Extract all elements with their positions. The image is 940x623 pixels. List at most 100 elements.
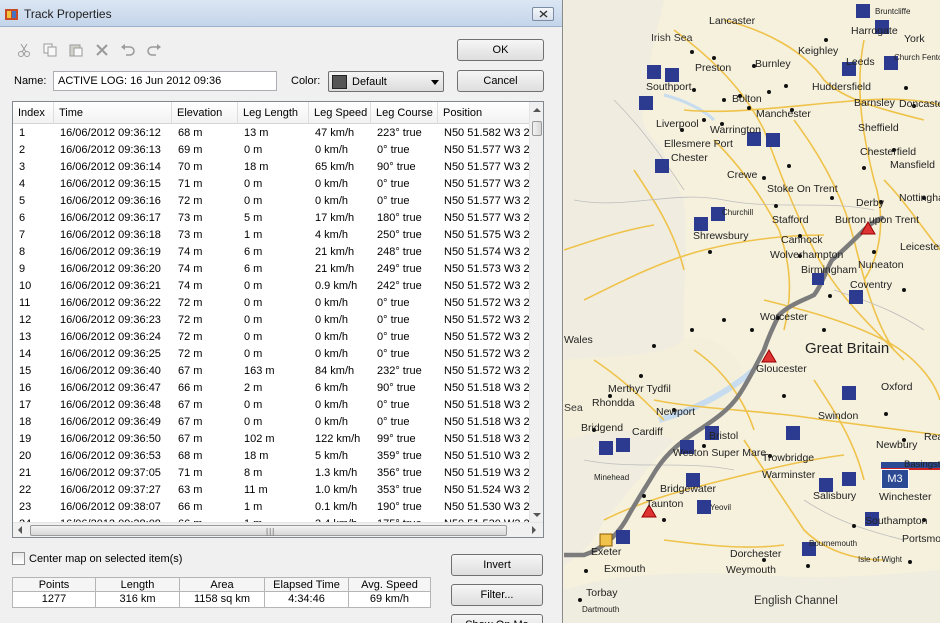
table-row[interactable]: 11 16/06/2012 09:36:22 72 m 0 m 0 km/h 0° tru…	[13, 295, 531, 312]
table-row[interactable]: 17 16/06/2012 09:36:48 67 m 0 m 0 km/h 0° tru…	[13, 397, 531, 414]
table-cell: 74 m	[178, 246, 203, 258]
table-cell: 16/06/2012 09:37:27	[60, 484, 161, 496]
place-label: Preston	[695, 62, 732, 74]
show-on-map-button[interactable]: Show On Ma	[451, 614, 543, 623]
vertical-scrollbar[interactable]	[529, 102, 543, 523]
table-row[interactable]: 13 16/06/2012 09:36:24 72 m 0 m 0 km/h 0° tru…	[13, 329, 531, 346]
ok-button[interactable]: OK	[457, 39, 544, 61]
table-cell: 99° true	[377, 433, 416, 445]
table-row[interactable]: 9 16/06/2012 09:36:20 74 m 6 m 21 km/h 249° t…	[13, 261, 531, 278]
place-label: Winchester	[879, 491, 932, 503]
table-cell: 6	[19, 212, 26, 224]
app-icon	[5, 9, 18, 20]
table-row[interactable]: 1 16/06/2012 09:36:12 68 m 13 m 47 km/h 223° …	[13, 125, 531, 142]
table-row[interactable]: 10 16/06/2012 09:36:21 74 m 0 m 0.9 km/h 242°…	[13, 278, 531, 295]
scroll-right-icon[interactable]	[532, 526, 536, 534]
center-map-checkbox[interactable]	[12, 552, 25, 565]
table-cell: N50 51.572 W3 2	[444, 314, 530, 326]
horizontal-scroll-thumb[interactable]: |||	[30, 525, 507, 536]
table-row[interactable]: 7 16/06/2012 09:36:18 73 m 1 m 4 km/h 250° tr…	[13, 227, 531, 244]
table-row[interactable]: 16 16/06/2012 09:36:47 66 m 2 m 6 km/h 90° tr…	[13, 380, 531, 397]
table-cell: 67 m	[178, 433, 203, 445]
delete-button[interactable]	[92, 41, 112, 59]
redo-button[interactable]	[144, 41, 164, 59]
table-cell: 0° true	[377, 331, 410, 343]
table-cell: N50 51.518 W3 2	[444, 416, 530, 428]
paste-button[interactable]	[66, 41, 86, 59]
table-row[interactable]: 23 16/06/2012 09:38:07 66 m 1 m 0.1 km/h 190°…	[13, 499, 531, 516]
scroll-left-icon[interactable]	[18, 526, 22, 534]
horizontal-scrollbar[interactable]: |||	[13, 522, 543, 537]
table-cell: 16/06/2012 09:36:23	[60, 314, 161, 326]
table-cell: 74 m	[178, 280, 203, 292]
column-header[interactable]: Elevation	[172, 102, 238, 123]
place-label: Minehead	[594, 473, 630, 482]
place-label: Newbury	[876, 439, 918, 451]
place-label: Swindon	[818, 410, 859, 422]
scroll-down-icon[interactable]	[533, 513, 541, 517]
table-cell: 12	[19, 314, 32, 326]
table-row[interactable]: 12 16/06/2012 09:36:23 72 m 0 m 0 km/h 0° tru…	[13, 312, 531, 329]
place-label: Manchester	[756, 108, 811, 120]
table-cell: 223° true	[377, 127, 422, 139]
cut-button[interactable]	[14, 41, 34, 59]
table-cell: 17 km/h	[315, 212, 355, 224]
table-cell: N50 51.574 W3 2	[444, 246, 530, 258]
table-cell: 16/06/2012 09:36:15	[60, 178, 161, 190]
table-cell: 0° true	[377, 399, 410, 411]
cancel-button[interactable]: Cancel	[457, 70, 544, 92]
table-row[interactable]: 2 16/06/2012 09:36:13 69 m 0 m 0 km/h 0° true…	[13, 142, 531, 159]
place-label: Nottingham	[899, 192, 940, 204]
table-cell: 0 m	[244, 331, 263, 343]
table-cell: 248° true	[377, 246, 422, 258]
table-row[interactable]: 15 16/06/2012 09:36:40 67 m 163 m 84 km/h 232…	[13, 363, 531, 380]
stat-value: 1277	[41, 593, 67, 605]
table-cell: 0° true	[377, 348, 410, 360]
color-dropdown[interactable]: Default	[328, 71, 444, 92]
table-row[interactable]: 3 16/06/2012 09:36:14 70 m 18 m 65 km/h 90° t…	[13, 159, 531, 176]
delete-icon	[96, 44, 108, 56]
column-header[interactable]: Leg Length	[238, 102, 309, 123]
table-row[interactable]: 4 16/06/2012 09:36:15 71 m 0 m 0 km/h 0° true…	[13, 176, 531, 193]
undo-button[interactable]	[118, 41, 138, 59]
scroll-up-icon[interactable]	[533, 108, 541, 112]
cut-icon	[18, 43, 30, 57]
table-row[interactable]: 18 16/06/2012 09:36:49 67 m 0 m 0 km/h 0° tru…	[13, 414, 531, 431]
close-button[interactable]	[532, 7, 554, 21]
table-cell: 15	[19, 365, 32, 377]
table-row[interactable]: 8 16/06/2012 09:36:19 74 m 6 m 21 km/h 248° t…	[13, 244, 531, 261]
table-cell: 16/06/2012 09:36:17	[60, 212, 161, 224]
map-view[interactable]: M3 Harrogate York Lancaster Irish Sea Ke…	[564, 0, 940, 623]
center-map-option[interactable]: Center map on selected item(s)	[12, 552, 182, 565]
column-header[interactable]: Leg Course	[371, 102, 438, 123]
place-label: Isle of Wight	[858, 555, 903, 564]
copy-button[interactable]	[40, 41, 60, 59]
column-header[interactable]: Index	[13, 102, 54, 123]
table-row[interactable]: 14 16/06/2012 09:36:25 72 m 0 m 0 km/h 0° tru…	[13, 346, 531, 363]
table-cell: 66 m	[178, 382, 203, 394]
place-label: Chesterfield	[860, 146, 917, 158]
table-row[interactable]: 6 16/06/2012 09:36:17 73 m 5 m 17 km/h 180° t…	[13, 210, 531, 227]
table-cell: 5 km/h	[315, 450, 349, 462]
table-row[interactable]: 19 16/06/2012 09:36:50 67 m 102 m 122 km/h 99…	[13, 431, 531, 448]
vertical-scroll-thumb[interactable]	[532, 121, 542, 136]
table-row[interactable]: 21 16/06/2012 09:37:05 71 m 8 m 1.3 km/h 356°…	[13, 465, 531, 482]
start-flag-icon	[599, 533, 613, 547]
table-cell: N50 51.582 W3 2	[444, 127, 530, 139]
table-row[interactable]: 20 16/06/2012 09:36:53 68 m 18 m 5 km/h 359° …	[13, 448, 531, 465]
column-header[interactable]: Leg Speed	[309, 102, 371, 123]
filter-button[interactable]: Filter...	[451, 584, 543, 606]
column-header[interactable]: Position	[438, 102, 531, 123]
table-cell: 23	[19, 501, 32, 513]
column-header[interactable]: Time	[54, 102, 172, 123]
table-cell: 250° true	[377, 229, 422, 241]
table-cell: N50 51.572 W3 2	[444, 365, 530, 377]
track-points-table[interactable]: Index Time Elevation Leg Length Leg Speed Leg…	[12, 101, 544, 538]
name-input[interactable]	[53, 71, 277, 91]
table-row[interactable]: 5 16/06/2012 09:36:16 72 m 0 m 0 km/h 0° true…	[13, 193, 531, 210]
table-cell: 0° true	[377, 178, 410, 190]
table-row[interactable]: 22 16/06/2012 09:37:27 63 m 11 m 1.0 km/h 353…	[13, 482, 531, 499]
place-label: York	[904, 33, 925, 45]
table-cell: 1.3 km/h	[315, 467, 358, 479]
invert-button[interactable]: Invert	[451, 554, 543, 576]
